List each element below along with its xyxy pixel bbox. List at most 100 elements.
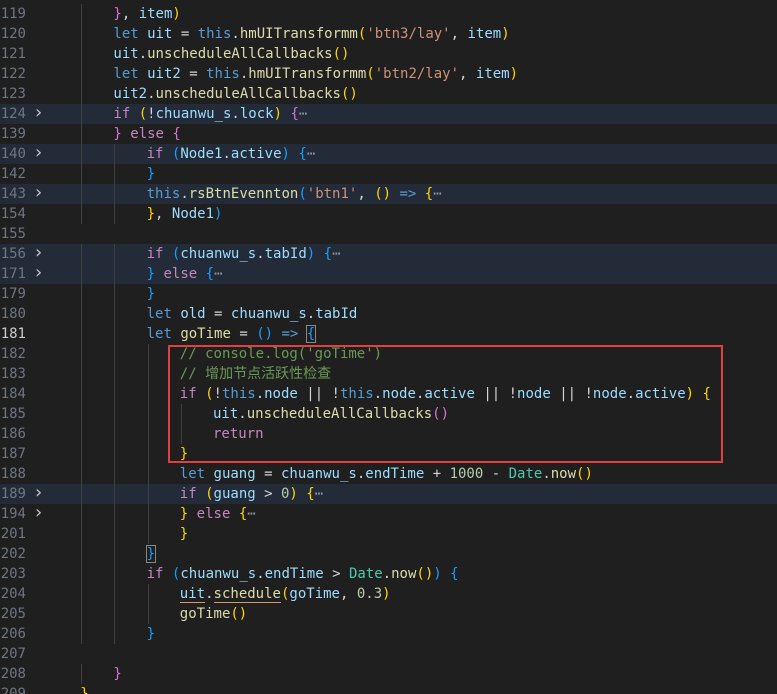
code-line[interactable]: 122 let uit2 = this.hmUITransformm('btn2/… [0, 64, 777, 84]
indent-guide [114, 304, 116, 324]
indent-guide [147, 384, 149, 404]
code-line[interactable]: 207 [0, 644, 777, 664]
indent-guide [81, 564, 83, 584]
code-text: if (guang > 0) {⋯ [179, 486, 324, 502]
code-line[interactable]: 119 }, item) [0, 4, 777, 24]
code-line[interactable]: 142} [0, 164, 777, 184]
indent-guide [114, 564, 116, 584]
code-line[interactable]: 155 [0, 224, 777, 244]
line-number: 142 [0, 166, 26, 182]
code-line[interactable]: 208} [0, 664, 777, 684]
code-line[interactable]: 181 let goTime = () => { [0, 324, 777, 344]
code-line[interactable]: 139 } else { [0, 124, 777, 144]
line-number: 121 [0, 46, 26, 62]
indent-guide [147, 364, 149, 384]
code-editor[interactable]: 119 }, item) 120 let uit = this.hmUITransfo… [0, 0, 777, 694]
code-text: }, item) [113, 6, 181, 22]
indent-guide [81, 84, 83, 104]
code-text: } [145, 545, 157, 563]
indent-guide [114, 344, 116, 364]
indent-guide [81, 524, 83, 544]
code-line[interactable]: 143 › this.rsBtnEvennton('btn1', () => {⋯ [0, 184, 777, 204]
code-line[interactable]: 171 ›} else {⋯ [0, 264, 777, 284]
line-number: 155 [0, 226, 26, 242]
code-line[interactable]: 204 uit.schedule(goTime, 0.3) [0, 584, 777, 604]
code-line[interactable]: 124 › if (!chuanwu_s.lock) {⋯ [0, 104, 777, 124]
line-number: 204 [0, 586, 26, 602]
line-number: 179 [0, 286, 26, 302]
chevron-right-icon[interactable]: › [33, 244, 45, 264]
chevron-right-icon[interactable]: › [33, 484, 45, 504]
chevron-right-icon[interactable]: › [33, 144, 45, 164]
code-line[interactable]: 188 let guang = chuanwu_s.endTime + 1000 … [0, 464, 777, 484]
code-line[interactable]: 206} [0, 624, 777, 644]
indent-guide [147, 504, 149, 524]
line-number: 203 [0, 566, 26, 582]
code-line[interactable]: 194 ›} else {⋯ [0, 504, 777, 524]
indent-guide [114, 484, 116, 504]
code-line[interactable]: 140 › if (Node1.active) {⋯ [0, 144, 777, 164]
indent-guide [114, 244, 116, 264]
code-line[interactable]: 179} [0, 284, 777, 304]
code-line[interactable]: 205 goTime() [0, 604, 777, 624]
code-text: let old = chuanwu_s.tabId [146, 306, 358, 322]
indent-guide [81, 544, 83, 564]
code-text: let uit2 = this.hmUITransformm('btn2/lay… [113, 66, 519, 82]
line-number: 119 [0, 6, 26, 22]
code-line[interactable]: 156 › if (chuanwu_s.tabId) {⋯ [0, 244, 777, 264]
line-number: 139 [0, 126, 26, 142]
indent-guide [81, 664, 83, 684]
code-line[interactable]: 121 uit.unscheduleAllCallbacks() [0, 44, 777, 64]
code-line[interactable]: 180 let old = chuanwu_s.tabId [0, 304, 777, 324]
line-number: 124 [0, 106, 26, 122]
indent-guide [114, 144, 116, 164]
line-number: 208 [0, 666, 26, 682]
indent-guide [114, 264, 116, 284]
indent-guide [114, 524, 116, 544]
line-number: 207 [0, 646, 26, 662]
line-number: 185 [0, 406, 26, 422]
indent-guide [147, 444, 149, 464]
indent-guide [114, 544, 116, 564]
indent-guide [81, 184, 83, 204]
code-line[interactable]: 120 let uit = this.hmUITransformm('btn3/l… [0, 24, 777, 44]
indent-guide [81, 104, 83, 124]
code-line[interactable]: 123 uit2.unscheduleAllCallbacks() [0, 84, 777, 104]
chevron-right-icon[interactable]: › [33, 104, 45, 124]
code-text: } else { [113, 126, 181, 142]
code-line[interactable]: 202} [0, 544, 777, 564]
indent-guide [81, 584, 83, 604]
indent-guide [81, 264, 83, 284]
chevron-right-icon[interactable]: › [33, 184, 45, 204]
code-text: goTime() [179, 606, 248, 622]
line-number: 122 [0, 66, 26, 82]
indent-guide [81, 604, 83, 624]
indent-guide [114, 384, 116, 404]
indent-guide [114, 364, 116, 384]
indent-guide [81, 444, 83, 464]
code-line[interactable]: 203 if (chuanwu_s.endTime > Date.now()) { [0, 564, 777, 584]
indent-guide [81, 404, 83, 424]
code-text: } [146, 286, 156, 302]
line-number: 201 [0, 526, 26, 542]
indent-guide [81, 244, 83, 264]
code-line[interactable]: 154}, Node1) [0, 204, 777, 224]
indent-guide [81, 64, 83, 84]
line-number: 209 [0, 686, 26, 694]
code-text: let uit = this.hmUITransformm('btn3/lay'… [113, 26, 510, 42]
indent-guide [147, 424, 149, 444]
chevron-right-icon[interactable]: › [33, 264, 45, 284]
line-number: 187 [0, 446, 26, 462]
code-line[interactable]: 201} [0, 524, 777, 544]
indent-guide [114, 624, 116, 644]
indent-guide [114, 324, 116, 344]
code-line[interactable]: 189 › if (guang > 0) {⋯ [0, 484, 777, 504]
code-line[interactable]: 209} [0, 684, 777, 694]
chevron-right-icon[interactable]: › [33, 504, 45, 524]
code-text: if (Node1.active) {⋯ [146, 146, 316, 162]
indent-guide [81, 344, 83, 364]
indent-guide [81, 204, 83, 224]
indent-guide [147, 464, 149, 484]
code-text: uit.schedule(goTime, 0.3) [179, 586, 391, 603]
indent-guide [81, 44, 83, 64]
